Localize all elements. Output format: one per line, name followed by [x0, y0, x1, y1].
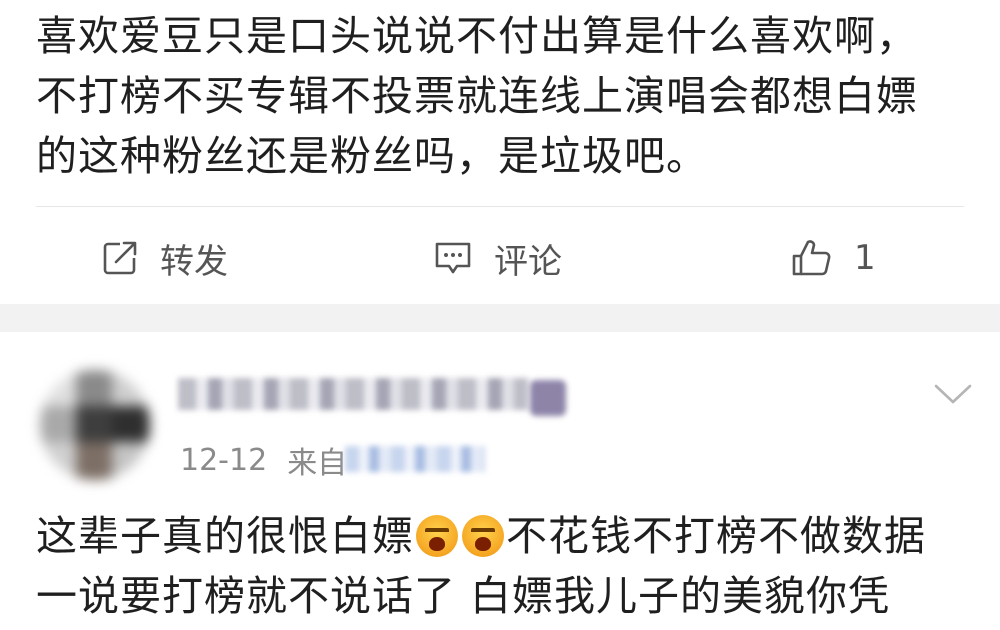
post-line: 的这种粉丝还是粉丝吗，是垃圾吧。 — [36, 132, 708, 180]
comment-text-segment: 不花钱不打榜不做数据 — [506, 512, 926, 560]
angry-face-icon — [416, 515, 458, 557]
comment-label: 评论 — [494, 241, 562, 282]
source-blurred[interactable] — [345, 446, 485, 472]
post-line: 喜欢爱豆只是口头说说不付出算是什么喜欢啊， — [36, 12, 918, 60]
comment-date: 12-12 — [180, 442, 268, 478]
source-prefix: 来自 — [287, 446, 348, 481]
thumbs-up-icon — [790, 236, 834, 280]
avatar[interactable] — [40, 370, 150, 480]
comment-line: 这辈子真的很恨白嫖 不花钱不打榜不做数据 — [36, 506, 996, 566]
comment-body: 这辈子真的很恨白嫖 不花钱不打榜不做数据 一说要打榜就不说话了 白嫖我儿子的美貌… — [36, 506, 996, 626]
comment-button[interactable]: 评论 — [432, 230, 562, 286]
repost-label: 转发 — [160, 241, 228, 282]
repost-icon — [100, 238, 140, 278]
repost-button[interactable]: 转发 — [100, 230, 228, 286]
username-blurred[interactable] — [178, 378, 528, 410]
comment-meta: 12-12 来自 — [180, 438, 347, 482]
section-separator — [0, 304, 1000, 332]
chevron-down-icon[interactable] — [933, 382, 973, 410]
comment-icon — [432, 238, 474, 278]
like-button[interactable]: 1 — [790, 230, 876, 286]
divider — [36, 206, 964, 207]
post-line: 不打榜不买专辑不投票就连线上演唱会都想白嫖 — [36, 72, 918, 120]
comment-text-segment: 这辈子真的很恨白嫖 — [36, 512, 414, 560]
comment-line: 一说要打榜就不说话了 白嫖我儿子的美貌你凭 — [36, 572, 891, 620]
like-count: 1 — [854, 238, 876, 278]
post-body: 喜欢爱豆只是口头说说不付出算是什么喜欢啊， 不打榜不买专辑不投票就连线上演唱会都… — [36, 6, 976, 186]
vip-badge-icon — [530, 380, 566, 416]
angry-face-icon — [462, 515, 504, 557]
